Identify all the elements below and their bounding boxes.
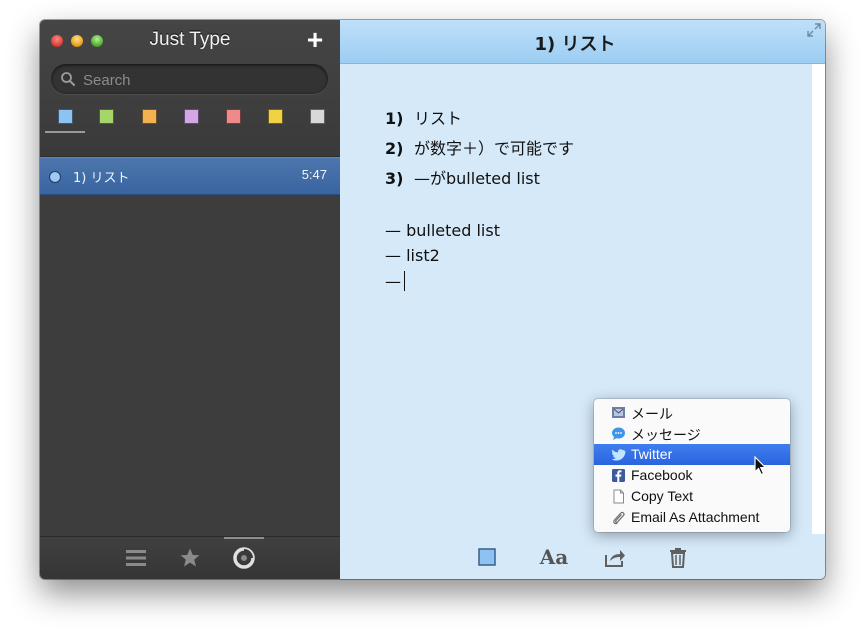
- search-input[interactable]: [81, 68, 315, 92]
- note-item-time: 5:47: [301, 167, 327, 182]
- close-window-button[interactable]: [51, 35, 63, 47]
- share-copy-text-item[interactable]: Copy Text: [594, 486, 790, 507]
- color-filter-yellow[interactable]: [268, 109, 283, 124]
- note-item-title: 1) リスト: [73, 171, 130, 186]
- paperclip-icon: [613, 511, 625, 525]
- note-list-item[interactable]: 1) リスト 5:47: [40, 157, 340, 195]
- line-number: 3): [385, 169, 404, 188]
- sidebar-header: Just Type +: [40, 20, 340, 157]
- active-tab-indicator: [224, 537, 264, 539]
- messages-icon: [612, 427, 625, 440]
- zoom-window-button[interactable]: [91, 35, 103, 47]
- color-filter-orange[interactable]: [142, 109, 157, 124]
- fullscreen-icon[interactable]: [807, 23, 821, 37]
- line-number: 1): [385, 109, 404, 128]
- mail-icon: [612, 407, 625, 418]
- vertical-scrollbar[interactable]: [812, 64, 825, 534]
- color-filter-green[interactable]: [99, 109, 114, 124]
- trash-icon[interactable]: [667, 546, 689, 568]
- editor-title: 1) リスト: [534, 34, 616, 55]
- sidebar-toolbar: [40, 536, 340, 579]
- editor-header: 1) リスト: [340, 20, 825, 64]
- share-item-label: Copy Text: [631, 488, 693, 504]
- search-icon: [61, 72, 75, 86]
- numbered-line-2: 2) が数字＋）で可能です: [385, 135, 574, 159]
- color-filter-purple[interactable]: [184, 109, 199, 124]
- color-filter-gray[interactable]: [310, 109, 325, 124]
- note-color-dot: [49, 171, 61, 183]
- recent-icon[interactable]: [233, 547, 255, 569]
- sidebar: Just Type + 1) リスト 5:47: [40, 20, 340, 579]
- share-messages-item[interactable]: メッセージ: [594, 423, 790, 444]
- mouse-pointer-icon: [754, 456, 767, 476]
- share-item-label: メール: [631, 406, 673, 422]
- font-button[interactable]: Aa: [537, 545, 571, 569]
- document-icon: [613, 489, 624, 504]
- bullet-line-3: —: [385, 271, 405, 291]
- line-text: が数字＋）で可能です: [414, 139, 575, 158]
- line-text: —がbulleted list: [414, 169, 540, 188]
- share-email-attachment-item[interactable]: Email As Attachment: [594, 507, 790, 528]
- list-icon[interactable]: [125, 547, 147, 569]
- numbered-line-1: 1) リスト: [385, 105, 462, 129]
- share-icon[interactable]: [604, 546, 626, 568]
- editor-toolbar: Aa: [340, 536, 825, 579]
- color-filter-selection-indicator: [45, 131, 85, 133]
- app-title: Just Type: [149, 29, 231, 50]
- share-item-label: Twitter: [631, 446, 673, 462]
- share-item-label: Facebook: [631, 467, 693, 483]
- twitter-icon: [611, 449, 626, 461]
- share-item-label: メッセージ: [631, 427, 701, 443]
- numbered-line-3: 3) —がbulleted list: [385, 165, 540, 189]
- star-icon[interactable]: [179, 547, 201, 569]
- share-item-label: Email As Attachment: [631, 509, 760, 525]
- add-note-button[interactable]: +: [302, 26, 328, 54]
- bullet-line-2: — list2: [385, 246, 440, 265]
- line-text: リスト: [414, 109, 463, 128]
- minimize-window-button[interactable]: [71, 35, 83, 47]
- facebook-icon: [612, 469, 625, 482]
- bullet-line-1: — bulleted list: [385, 221, 500, 240]
- line-number: 2): [385, 139, 404, 158]
- color-filter-blue[interactable]: [58, 109, 73, 124]
- text-caret: [404, 271, 405, 291]
- search-field[interactable]: [51, 64, 328, 94]
- share-mail-item[interactable]: メール: [594, 402, 790, 423]
- color-square-icon[interactable]: [476, 546, 498, 568]
- bullet-text: —: [385, 272, 401, 291]
- color-filter-red[interactable]: [226, 109, 241, 124]
